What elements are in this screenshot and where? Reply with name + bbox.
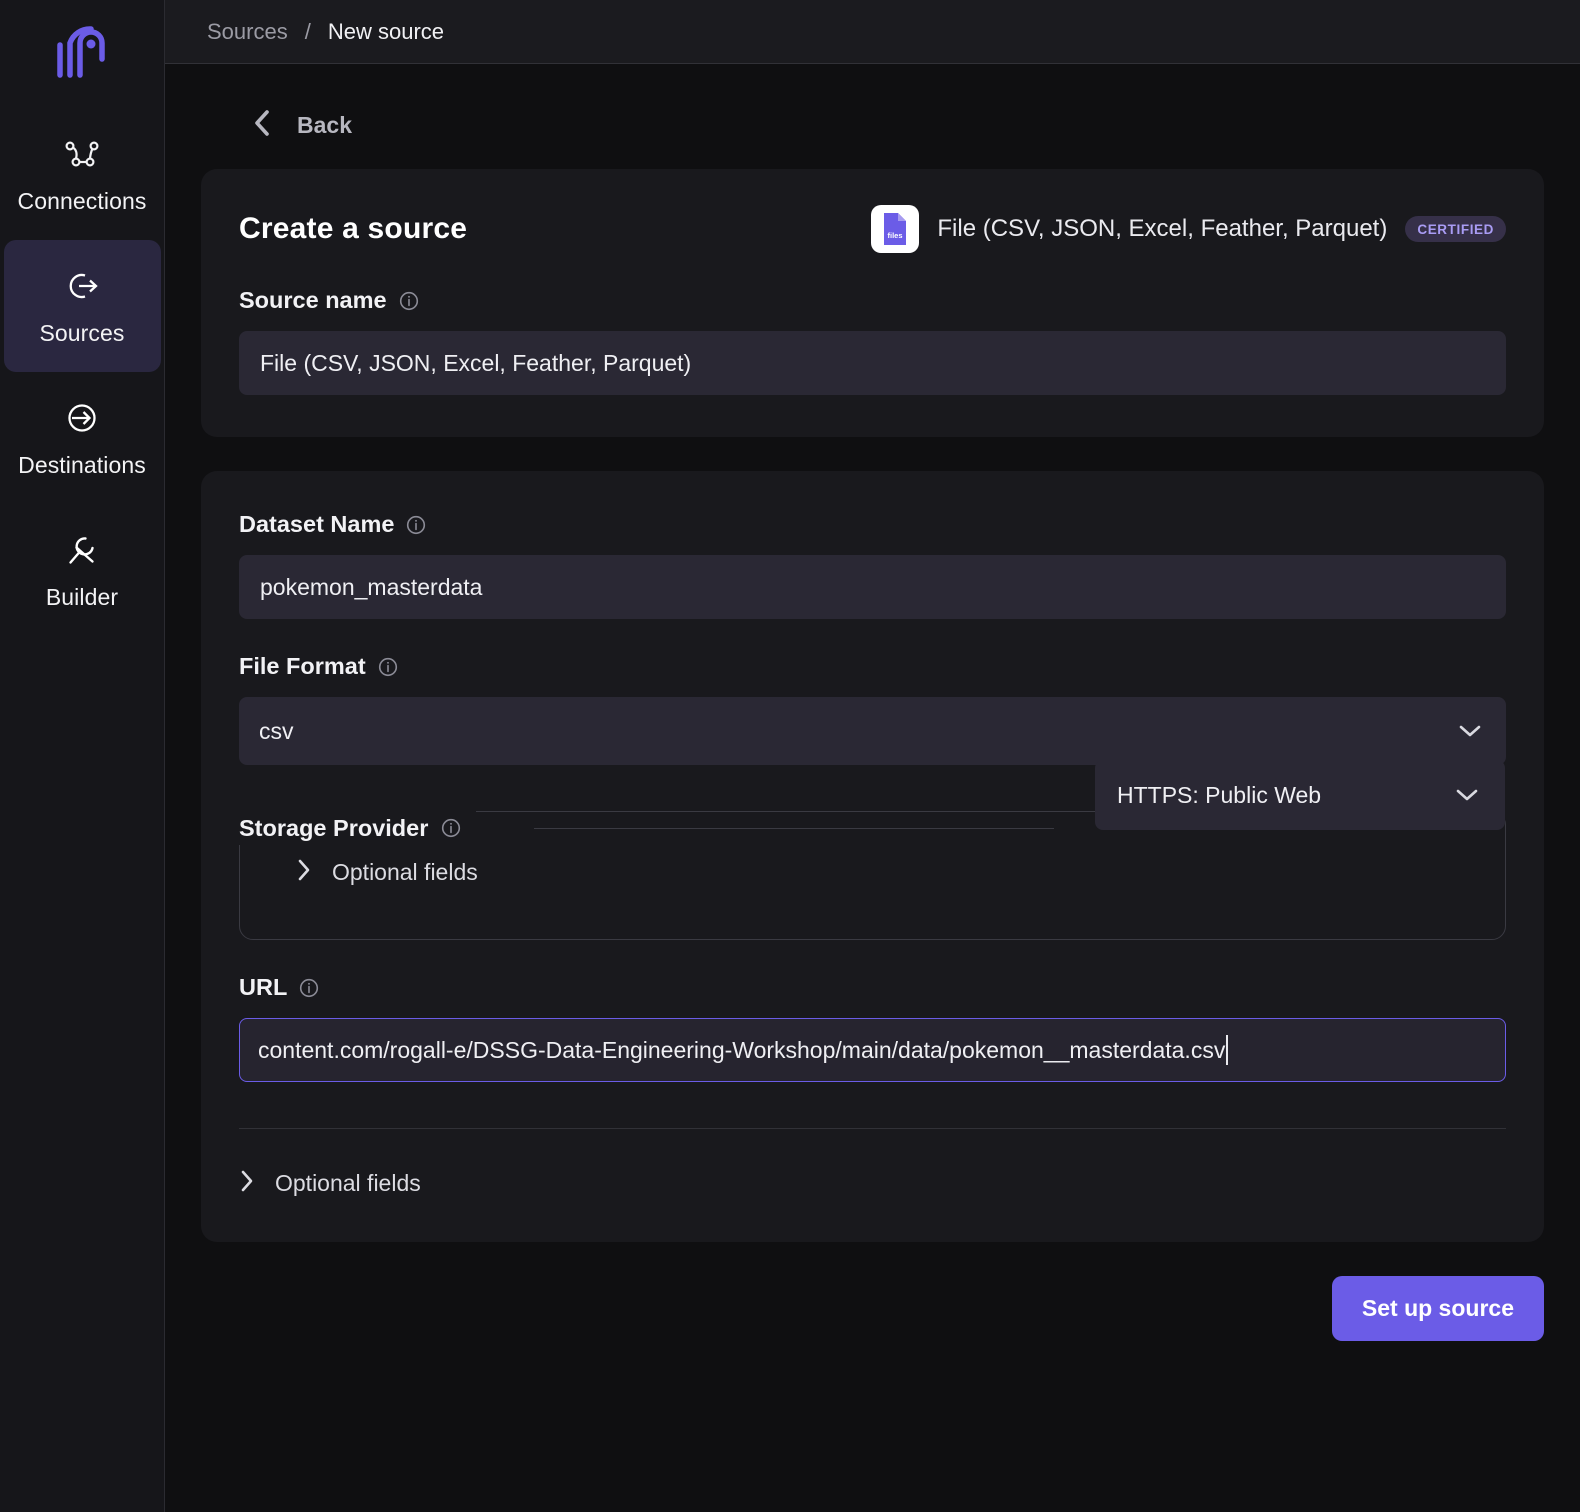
- info-circle-icon[interactable]: [377, 656, 399, 678]
- connections-icon: [62, 134, 102, 174]
- back-button[interactable]: Back: [199, 64, 352, 169]
- info-circle-icon[interactable]: [440, 817, 462, 839]
- storage-provider-value: HTTPS: Public Web: [1117, 781, 1322, 808]
- url-field: URL content.com/rogall-e/DSSG-Data-Engin…: [239, 974, 1506, 1082]
- app-root: Connections Sources Destinations Builder…: [0, 0, 1580, 1512]
- file-format-value: csv: [259, 717, 294, 744]
- source-name-label: Source name: [239, 287, 387, 313]
- sidebar-item-builder[interactable]: Builder: [4, 504, 161, 636]
- sidebar-item-label: Destinations: [18, 451, 146, 478]
- sidebar-item-label: Connections: [17, 187, 147, 214]
- text-cursor: [1226, 1035, 1229, 1065]
- dataset-name-label-row: Dataset Name: [239, 511, 1506, 538]
- sidebar-item-sources[interactable]: Sources: [3, 240, 161, 372]
- breadcrumb-separator: /: [304, 18, 311, 44]
- optional-fields-label: Optional fields: [332, 859, 478, 885]
- file-format-select[interactable]: csv: [239, 697, 1506, 765]
- breadcrumb: Sources / New source: [165, 0, 1580, 64]
- sidebar-item-destinations[interactable]: Destinations: [4, 372, 161, 504]
- info-circle-icon[interactable]: [405, 514, 427, 536]
- airbyte-logo-icon[interactable]: [43, 12, 121, 90]
- storage-provider-select[interactable]: HTTPS: Public Web: [1095, 760, 1505, 830]
- status-badge: CERTIFIED: [1405, 216, 1506, 242]
- create-source-header: Create a source files File (CSV, JSON, E…: [239, 205, 1506, 253]
- destinations-arrow-icon: [62, 398, 102, 438]
- dataset-name-field: Dataset Name pokemon_masterdata: [239, 511, 1506, 619]
- chevron-right-icon: [296, 858, 312, 887]
- form-footer: Set up source: [199, 1242, 1546, 1341]
- info-circle-icon[interactable]: [398, 290, 420, 312]
- sources-arrow-icon: [62, 266, 102, 306]
- storage-provider-group: Storage Provider HTTPS: Public Web Optio…: [239, 760, 1506, 940]
- optional-fields-toggle[interactable]: Optional fields: [239, 1169, 421, 1198]
- storage-provider-optional-fields-toggle[interactable]: Optional fields: [240, 858, 478, 887]
- breadcrumb-current: New source: [327, 18, 444, 44]
- url-label-row: URL: [239, 974, 1506, 1001]
- sidebar-item-label: Sources: [39, 319, 125, 346]
- url-input[interactable]: content.com/rogall-e/DSSG-Data-Engineeri…: [239, 1018, 1506, 1082]
- sidebar: Connections Sources Destinations Builder: [0, 0, 165, 1512]
- file-format-label: File Format: [239, 653, 366, 679]
- section-divider: [239, 1128, 1506, 1129]
- legend-divider-line: [534, 828, 1054, 829]
- storage-provider-label: Storage Provider: [239, 814, 429, 841]
- source-name-input[interactable]: File (CSV, JSON, Excel, Feather, Parquet…: [239, 331, 1506, 395]
- chevron-left-icon: [252, 108, 272, 143]
- svg-text:files: files: [888, 231, 903, 240]
- optional-fields-label: Optional fields: [275, 1170, 421, 1196]
- page-content: Back Create a source files File (CSV, JS…: [165, 64, 1580, 1512]
- create-source-card: Create a source files File (CSV, JSON, E…: [201, 169, 1544, 437]
- page-title: Create a source: [239, 212, 468, 245]
- source-config-card: Dataset Name pokemon_masterdata File For…: [201, 471, 1544, 1242]
- url-label: URL: [239, 974, 288, 1000]
- breadcrumb-parent[interactable]: Sources: [207, 19, 288, 45]
- main-area: Sources / New source Back Create a sourc…: [165, 0, 1580, 1512]
- dataset-name-input[interactable]: pokemon_masterdata: [239, 555, 1506, 619]
- connector-name: File (CSV, JSON, Excel, Feather, Parquet…: [937, 215, 1388, 242]
- dataset-name-label: Dataset Name: [239, 511, 395, 537]
- url-input-value: content.com/rogall-e/DSSG-Data-Engineeri…: [258, 1036, 1226, 1063]
- source-name-label-row: Source name: [239, 287, 1506, 314]
- storage-provider-label-row: Storage Provider: [239, 811, 477, 845]
- set-up-source-button[interactable]: Set up source: [1331, 1276, 1544, 1341]
- files-document-icon: files: [871, 205, 920, 253]
- chevron-right-icon: [239, 1169, 255, 1198]
- file-format-label-row: File Format: [239, 653, 1506, 680]
- file-format-field: File Format csv: [239, 653, 1506, 765]
- back-label: Back: [297, 112, 352, 138]
- source-name-field: Source name File (CSV, JSON, Excel, Feat…: [239, 287, 1506, 395]
- sidebar-item-connections[interactable]: Connections: [4, 108, 161, 240]
- sidebar-item-label: Builder: [45, 583, 119, 610]
- chevron-down-icon: [1458, 718, 1482, 745]
- info-circle-icon[interactable]: [298, 977, 320, 999]
- connector-info: files File (CSV, JSON, Excel, Feather, P…: [871, 205, 1506, 253]
- wrench-icon: [62, 530, 102, 570]
- chevron-down-icon: [1455, 782, 1479, 809]
